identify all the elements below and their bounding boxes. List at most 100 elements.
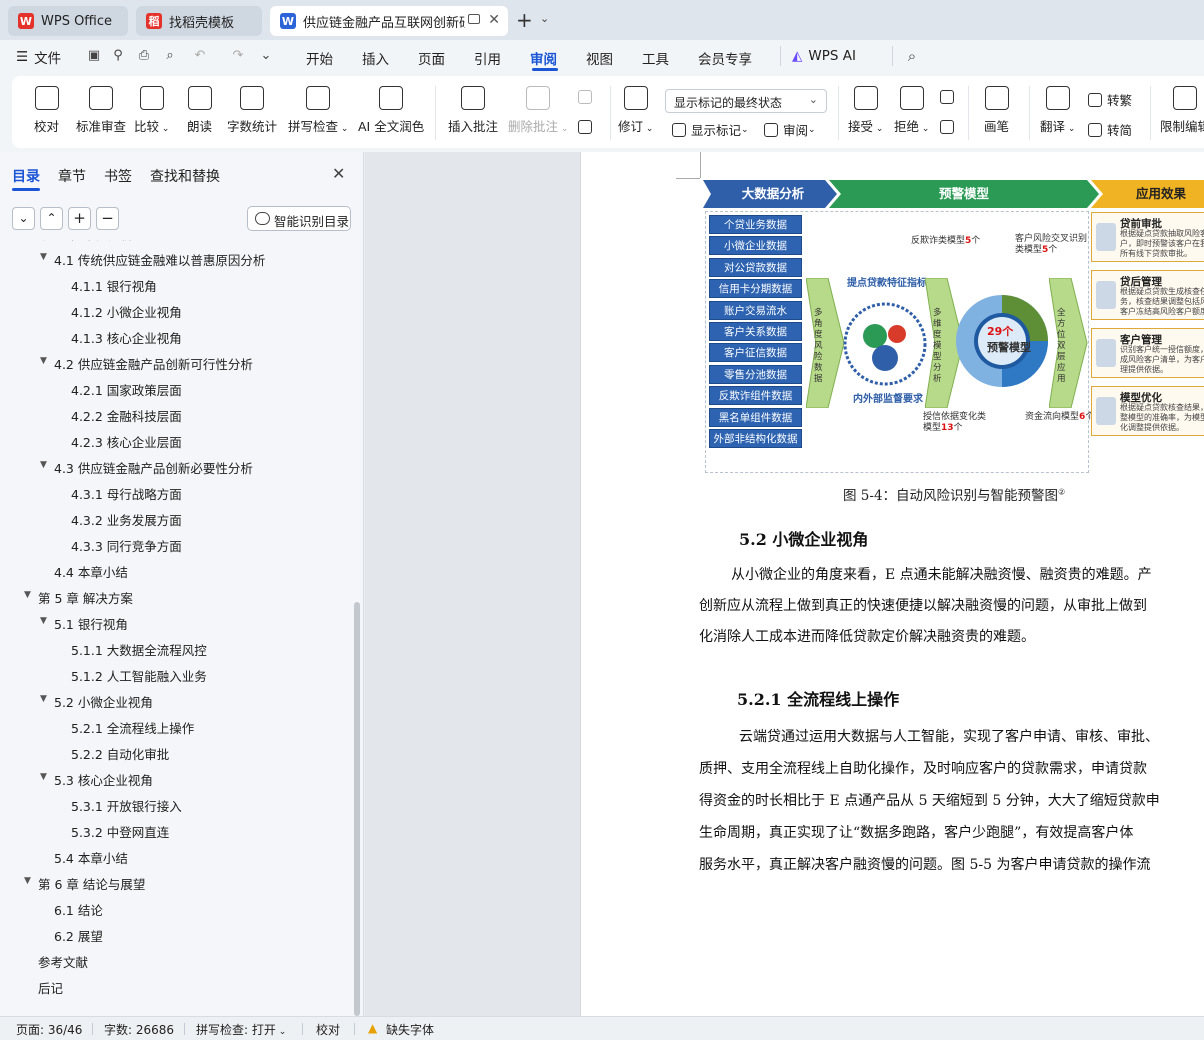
window-icon[interactable] <box>468 14 480 24</box>
missing-font-status[interactable]: 缺失字体 <box>386 1021 434 1038</box>
toc-item[interactable]: 5.4 本章小结 <box>0 846 352 872</box>
page-indicator[interactable]: 页面: 36/46 <box>16 1021 82 1038</box>
ai-polish-button[interactable]: AI 全文润色 <box>358 86 424 135</box>
menu-view[interactable]: 视图 <box>586 48 613 68</box>
read-aloud-button[interactable]: 朗读 <box>187 86 212 135</box>
toc-item[interactable]: ▼ 5.3 核心企业视角 <box>0 768 352 794</box>
menu-tools[interactable]: 工具 <box>642 48 669 68</box>
save-icon[interactable]: ▣ <box>86 49 102 63</box>
toc-item[interactable]: ▼第 4 章 案例分析 <box>0 240 352 248</box>
toc-item[interactable]: 5.3.2 中登网直连 <box>0 820 352 846</box>
word-count-status[interactable]: 字数: 26686 <box>104 1021 174 1038</box>
show-markup-button[interactable]: 显示标记 ⌄ <box>672 120 749 139</box>
nav-tab-sections[interactable]: 章节 <box>58 166 86 186</box>
menu-review[interactable]: 审阅 <box>530 48 557 68</box>
next-change-button[interactable] <box>940 120 959 134</box>
print-icon[interactable]: ⎙ <box>136 49 152 63</box>
expand-toggle-icon[interactable]: ▼ <box>40 772 47 782</box>
toc-item[interactable]: 4.3.2 业务发展方面 <box>0 508 352 534</box>
toc-item[interactable]: 4.2.2 金融科技层面 <box>0 404 352 430</box>
brush-button[interactable]: 画笔 <box>984 86 1009 135</box>
toc-item[interactable]: 参考文献 <box>0 950 352 976</box>
menu-page[interactable]: 页面 <box>418 48 445 68</box>
expand-toggle-icon[interactable]: ▼ <box>40 252 47 262</box>
toc-item[interactable]: ▼ 5.2 小微企业视角 <box>0 690 352 716</box>
menu-references[interactable]: 引用 <box>474 48 501 68</box>
translate-button[interactable]: 翻译 ⌄ <box>1040 86 1075 135</box>
reject-button[interactable]: 拒绝 ⌄ <box>894 86 929 135</box>
toc-item[interactable]: ▼ 第 6 章 结论与展望 <box>0 872 352 898</box>
expand-up-button[interactable]: ⌃ <box>40 207 63 230</box>
review-pane-button[interactable]: 审阅 ⌄ <box>764 120 816 139</box>
wps-ai-button[interactable]: ◭ WPS AI <box>792 48 856 64</box>
toc-item[interactable]: 4.2.1 国家政策层面 <box>0 378 352 404</box>
document-page[interactable]: 大数据分析 预警模型 应用效果 个贷业务数据 小微企业数据 对公贷款数据 信用卡分期数… <box>580 152 1204 1016</box>
tab-daoke-templates[interactable]: 稻 找稻壳模板 <box>136 6 262 36</box>
to-traditional-button[interactable]: 转繁 <box>1088 90 1132 109</box>
remove-heading-button[interactable]: − <box>96 207 119 230</box>
chevron-down-icon[interactable]: ⌄ <box>258 49 274 63</box>
toc-item[interactable]: 5.2.2 自动化审批 <box>0 742 352 768</box>
toc-item[interactable]: 4.3.1 母行战略方面 <box>0 482 352 508</box>
close-icon[interactable]: ✕ <box>488 12 500 28</box>
toc-item[interactable]: ▼ 4.3 供应链金融产品创新必要性分析 <box>0 456 352 482</box>
toc-item[interactable]: 后记 <box>0 976 352 1002</box>
expand-toggle-icon[interactable]: ▼ <box>40 460 47 470</box>
insert-comment-button[interactable]: 插入批注 <box>448 86 498 135</box>
previous-comment-button[interactable] <box>578 90 597 104</box>
toc-item[interactable]: 4.1.3 核心企业视角 <box>0 326 352 352</box>
delete-comment-button[interactable]: 删除批注 ⌄ <box>508 86 568 135</box>
next-comment-button[interactable] <box>578 120 597 134</box>
toc-item[interactable]: 5.1.1 大数据全流程风控 <box>0 638 352 664</box>
nav-tab-bookmarks[interactable]: 书签 <box>104 166 132 186</box>
standard-review-button[interactable]: 标准审查 <box>76 86 126 135</box>
tab-wps-office[interactable]: W WPS Office <box>8 6 128 36</box>
expand-toggle-icon[interactable]: ▼ <box>24 876 31 886</box>
toc-item[interactable]: ▼ 第 5 章 解决方案 <box>0 586 352 612</box>
proofread-status[interactable]: 校对 <box>316 1021 340 1038</box>
menu-insert[interactable]: 插入 <box>362 48 389 68</box>
revise-button[interactable]: 修订 ⌄ <box>618 86 653 135</box>
toc-item[interactable]: 4.4 本章小结 <box>0 560 352 586</box>
toc-scrollbar[interactable] <box>354 602 360 1016</box>
menu-member[interactable]: 会员专享 <box>698 48 752 68</box>
print-preview-icon[interactable]: ⌕ <box>162 49 178 63</box>
toc-item[interactable]: 6.2 展望 <box>0 924 352 950</box>
toc-item[interactable]: 5.3.1 开放银行接入 <box>0 794 352 820</box>
redo-icon[interactable]: ↷ <box>230 49 246 63</box>
expand-toggle-icon[interactable]: ▼ <box>40 694 47 704</box>
share-icon[interactable]: ⚲ <box>110 49 126 63</box>
previous-change-button[interactable] <box>940 90 959 104</box>
markup-display-select[interactable]: 显示标记的最终状态 ⌄ <box>665 89 827 113</box>
file-menu[interactable]: ☰ 文件 <box>16 47 61 67</box>
proofread-button[interactable]: 校对 <box>34 86 59 135</box>
add-heading-button[interactable]: + <box>68 207 91 230</box>
search-icon[interactable]: ⌕ <box>904 49 920 64</box>
toc-item[interactable]: 4.2.3 核心企业层面 <box>0 430 352 456</box>
toc-item[interactable]: 5.1.2 人工智能融入业务 <box>0 664 352 690</box>
toc-item[interactable]: ▼ 5.1 银行视角 <box>0 612 352 638</box>
compare-button[interactable]: 比较 ⌄ <box>134 86 169 135</box>
toc-item[interactable]: 4.3.3 同行竞争方面 <box>0 534 352 560</box>
toc-item[interactable]: 4.1.1 银行视角 <box>0 274 352 300</box>
to-simplified-button[interactable]: 转简 <box>1088 120 1132 139</box>
toc-item[interactable]: 5.2.1 全流程线上操作 <box>0 716 352 742</box>
close-icon[interactable]: ✕ <box>332 164 345 183</box>
menu-start[interactable]: 开始 <box>306 48 333 68</box>
new-tab-button[interactable]: + <box>516 8 533 32</box>
tab-current-document[interactable]: W 供应链金融产品互联网创新研究 ✕ <box>270 6 508 36</box>
chevron-down-icon[interactable]: ⌄ <box>540 12 549 25</box>
undo-icon[interactable]: ↶ <box>192 49 208 63</box>
restrict-edit-button[interactable]: 限制编辑 <box>1160 86 1204 135</box>
risk-warning-figure[interactable]: 大数据分析 预警模型 应用效果 个贷业务数据 小微企业数据 对公贷款数据 信用卡分期数… <box>703 180 1204 504</box>
spell-check-status[interactable]: 拼写检查: 打开 ⌄ <box>196 1021 286 1038</box>
expand-toggle-icon[interactable]: ▼ <box>24 590 31 600</box>
spell-check-button[interactable]: 拼写检查 ⌄ <box>288 86 348 135</box>
smart-toc-button[interactable]: 智能识别目录 <box>247 206 351 231</box>
word-count-button[interactable]: 字数统计 <box>227 86 277 135</box>
nav-tab-find-replace[interactable]: 查找和替换 <box>150 166 220 186</box>
nav-tab-toc[interactable]: 目录 <box>12 166 40 186</box>
collapse-all-button[interactable]: ⌄ <box>12 207 35 230</box>
expand-toggle-icon[interactable]: ▼ <box>40 616 47 626</box>
toc-item[interactable]: 4.1.2 小微企业视角 <box>0 300 352 326</box>
